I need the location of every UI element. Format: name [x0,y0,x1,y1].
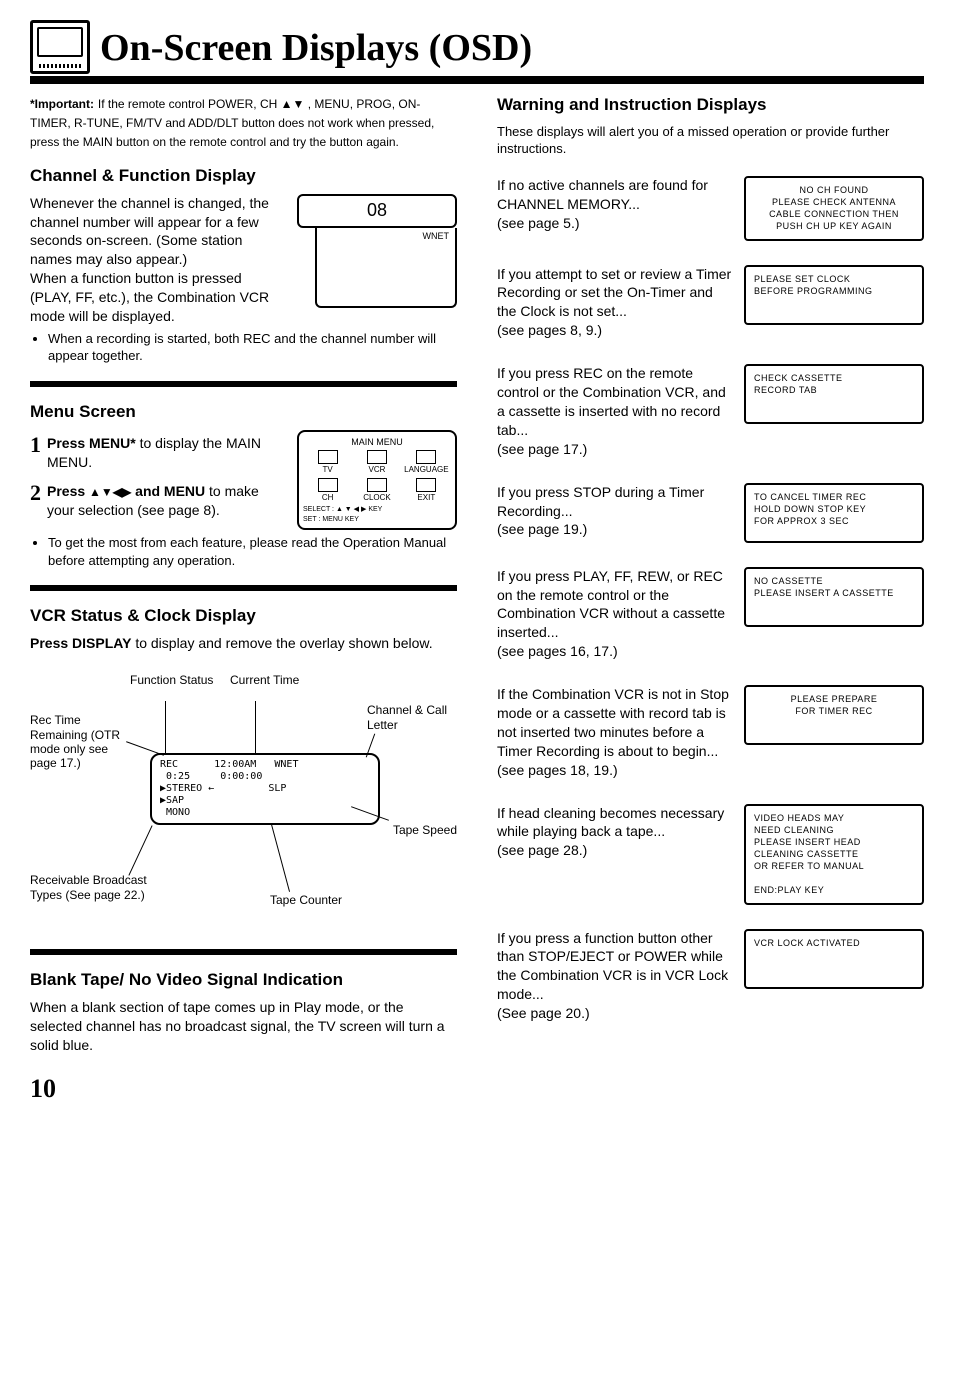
screen-line-3: ▶STEREO ← SLP [160,783,370,795]
tv-icon [30,20,90,74]
menu-label-exit: EXIT [417,493,435,502]
screen-line-1: REC 12:00AM WNET [160,759,370,771]
menu-exit-icon [416,478,436,492]
osd-message-box: VCR LOCK ACTIVATED [744,929,924,989]
right-column: Warning and Instruction Displays These d… [497,94,924,1106]
osd-message-box: CHECK CASSETTE RECORD TAB [744,364,924,424]
vcr-status-screen: REC 12:00AM WNET 0:25 0:00:00 ▶STEREO ← … [150,753,380,825]
warning-text: If head cleaning becomes necessary while… [497,804,732,861]
warning-text: If you attempt to set or review a Timer … [497,265,732,341]
page-header: On-Screen Displays (OSD) [30,20,924,84]
heading-vcr-status: VCR Status & Clock Display [30,605,457,628]
warning-text: If you press PLAY, FF, REW, or REC on th… [497,567,732,661]
warning-row: If head cleaning becomes necessary while… [497,804,924,905]
important-label: *Important: [30,97,94,111]
page-title: On-Screen Displays (OSD) [100,23,532,74]
menu-label-clock: CLOCK [363,493,391,502]
channel-call-letters: WNET [423,230,450,242]
osd-message-box: NO CH FOUND PLEASE CHECK ANTENNA CABLE C… [744,176,924,241]
channel-paragraph-1: Whenever the channel is changed, the cha… [30,194,287,270]
warning-row: If the Combination VCR is not in Stop mo… [497,685,924,779]
label-channel-call: Channel & Call Letter [367,703,457,732]
page-number: 10 [30,1071,457,1106]
channel-paragraph-2: When a function button is pressed (PLAY,… [30,269,287,326]
osd-message-box: VIDEO HEADS MAY NEED CLEANING PLEASE INS… [744,804,924,905]
blank-tape-text: When a blank section of tape comes up in… [30,998,457,1055]
menu-tv-icon [318,450,338,464]
screen-line-5: MONO [160,807,370,819]
step-number-1: 1 [30,434,41,472]
label-rec-time: Rec Time Remaining (OTR mode only see pa… [30,713,125,771]
osd-message-box: NO CASSETTE PLEASE INSERT A CASSETTE [744,567,924,627]
warning-text: If you press a function button other tha… [497,929,732,1023]
step2-bold-a: Press [47,483,89,499]
menu-footer-2: SET : MENU KEY [303,516,451,524]
warning-intro: These displays will alert you of a misse… [497,123,924,158]
step1-bold: Press MENU* [47,435,136,451]
warning-row: If you press a function button other tha… [497,929,924,1023]
menu-bullet: To get the most from each feature, pleas… [48,534,457,569]
label-current-time: Current Time [230,673,299,687]
vcr-text-rest: to display and remove the overlay shown … [131,635,432,651]
menu-label-language: LANGUAGE [404,465,448,474]
osd-message-box: PLEASE SET CLOCK BEFORE PROGRAMMING [744,265,924,325]
channel-display-diagram: 08 WNET [297,194,457,308]
label-tape-speed: Tape Speed [393,823,457,837]
warning-text: If you press STOP during a Timer Recordi… [497,483,732,540]
screen-line-4: ▶SAP [160,795,370,807]
menu-label-tv: TV [323,465,333,474]
warning-row: If no active channels are found for CHAN… [497,176,924,241]
menu-clock-icon [367,478,387,492]
main-menu-diagram: MAIN MENU TV VCR LANGUAGE CH CLOCK EXIT … [297,430,457,531]
screen-line-2: 0:25 0:00:00 [160,771,370,783]
menu-ch-icon [318,478,338,492]
step-1: 1 Press MENU* to display the MAIN MENU. [30,434,287,472]
label-tape-counter: Tape Counter [270,893,342,907]
menu-title: MAIN MENU [303,436,451,448]
warning-text: If no active channels are found for CHAN… [497,176,732,233]
step2-bold-b: and MENU [131,483,205,499]
label-broadcast-types: Receivable Broadcast Types (See page 22.… [30,873,170,902]
osd-message-box: PLEASE PREPARE FOR TIMER REC [744,685,924,745]
step-number-2: 2 [30,482,41,520]
heading-channel-function: Channel & Function Display [30,165,457,188]
warning-text: If you press REC on the remote control o… [497,364,732,458]
menu-label-vcr: VCR [369,465,386,474]
warning-row: If you press REC on the remote control o… [497,364,924,458]
warning-text: If the Combination VCR is not in Stop mo… [497,685,732,779]
channel-number: 08 [367,198,387,222]
arrow-keys-icon: ▲▼◀▶ [89,485,131,499]
important-note: *Important: If the remote control POWER,… [30,94,457,151]
osd-message-box: TO CANCEL TIMER REC HOLD DOWN STOP KEY F… [744,483,924,543]
menu-vcr-icon [367,450,387,464]
heading-blank-tape: Blank Tape/ No Video Signal Indication [30,969,457,992]
vcr-text-bold: Press DISPLAY [30,635,131,651]
menu-label-ch: CH [322,493,334,502]
warning-row: If you press PLAY, FF, REW, or REC on th… [497,567,924,661]
left-column: *Important: If the remote control POWER,… [30,94,457,1106]
warning-row: If you attempt to set or review a Timer … [497,265,924,341]
step-2: 2 Press ▲▼◀▶ and MENU to make your selec… [30,482,287,520]
channel-bullet: When a recording is started, both REC an… [48,330,457,365]
warning-row: If you press STOP during a Timer Recordi… [497,483,924,543]
menu-footer-1: SELECT : ▲ ▼ ◀ ▶ KEY [303,506,451,514]
vcr-status-diagram: Function Status Current Time Channel & C… [30,673,457,933]
heading-menu-screen: Menu Screen [30,401,457,424]
warning-list: If no active channels are found for CHAN… [497,176,924,1023]
label-function-status: Function Status [130,673,213,687]
menu-language-icon [416,450,436,464]
heading-warning-displays: Warning and Instruction Displays [497,94,924,117]
